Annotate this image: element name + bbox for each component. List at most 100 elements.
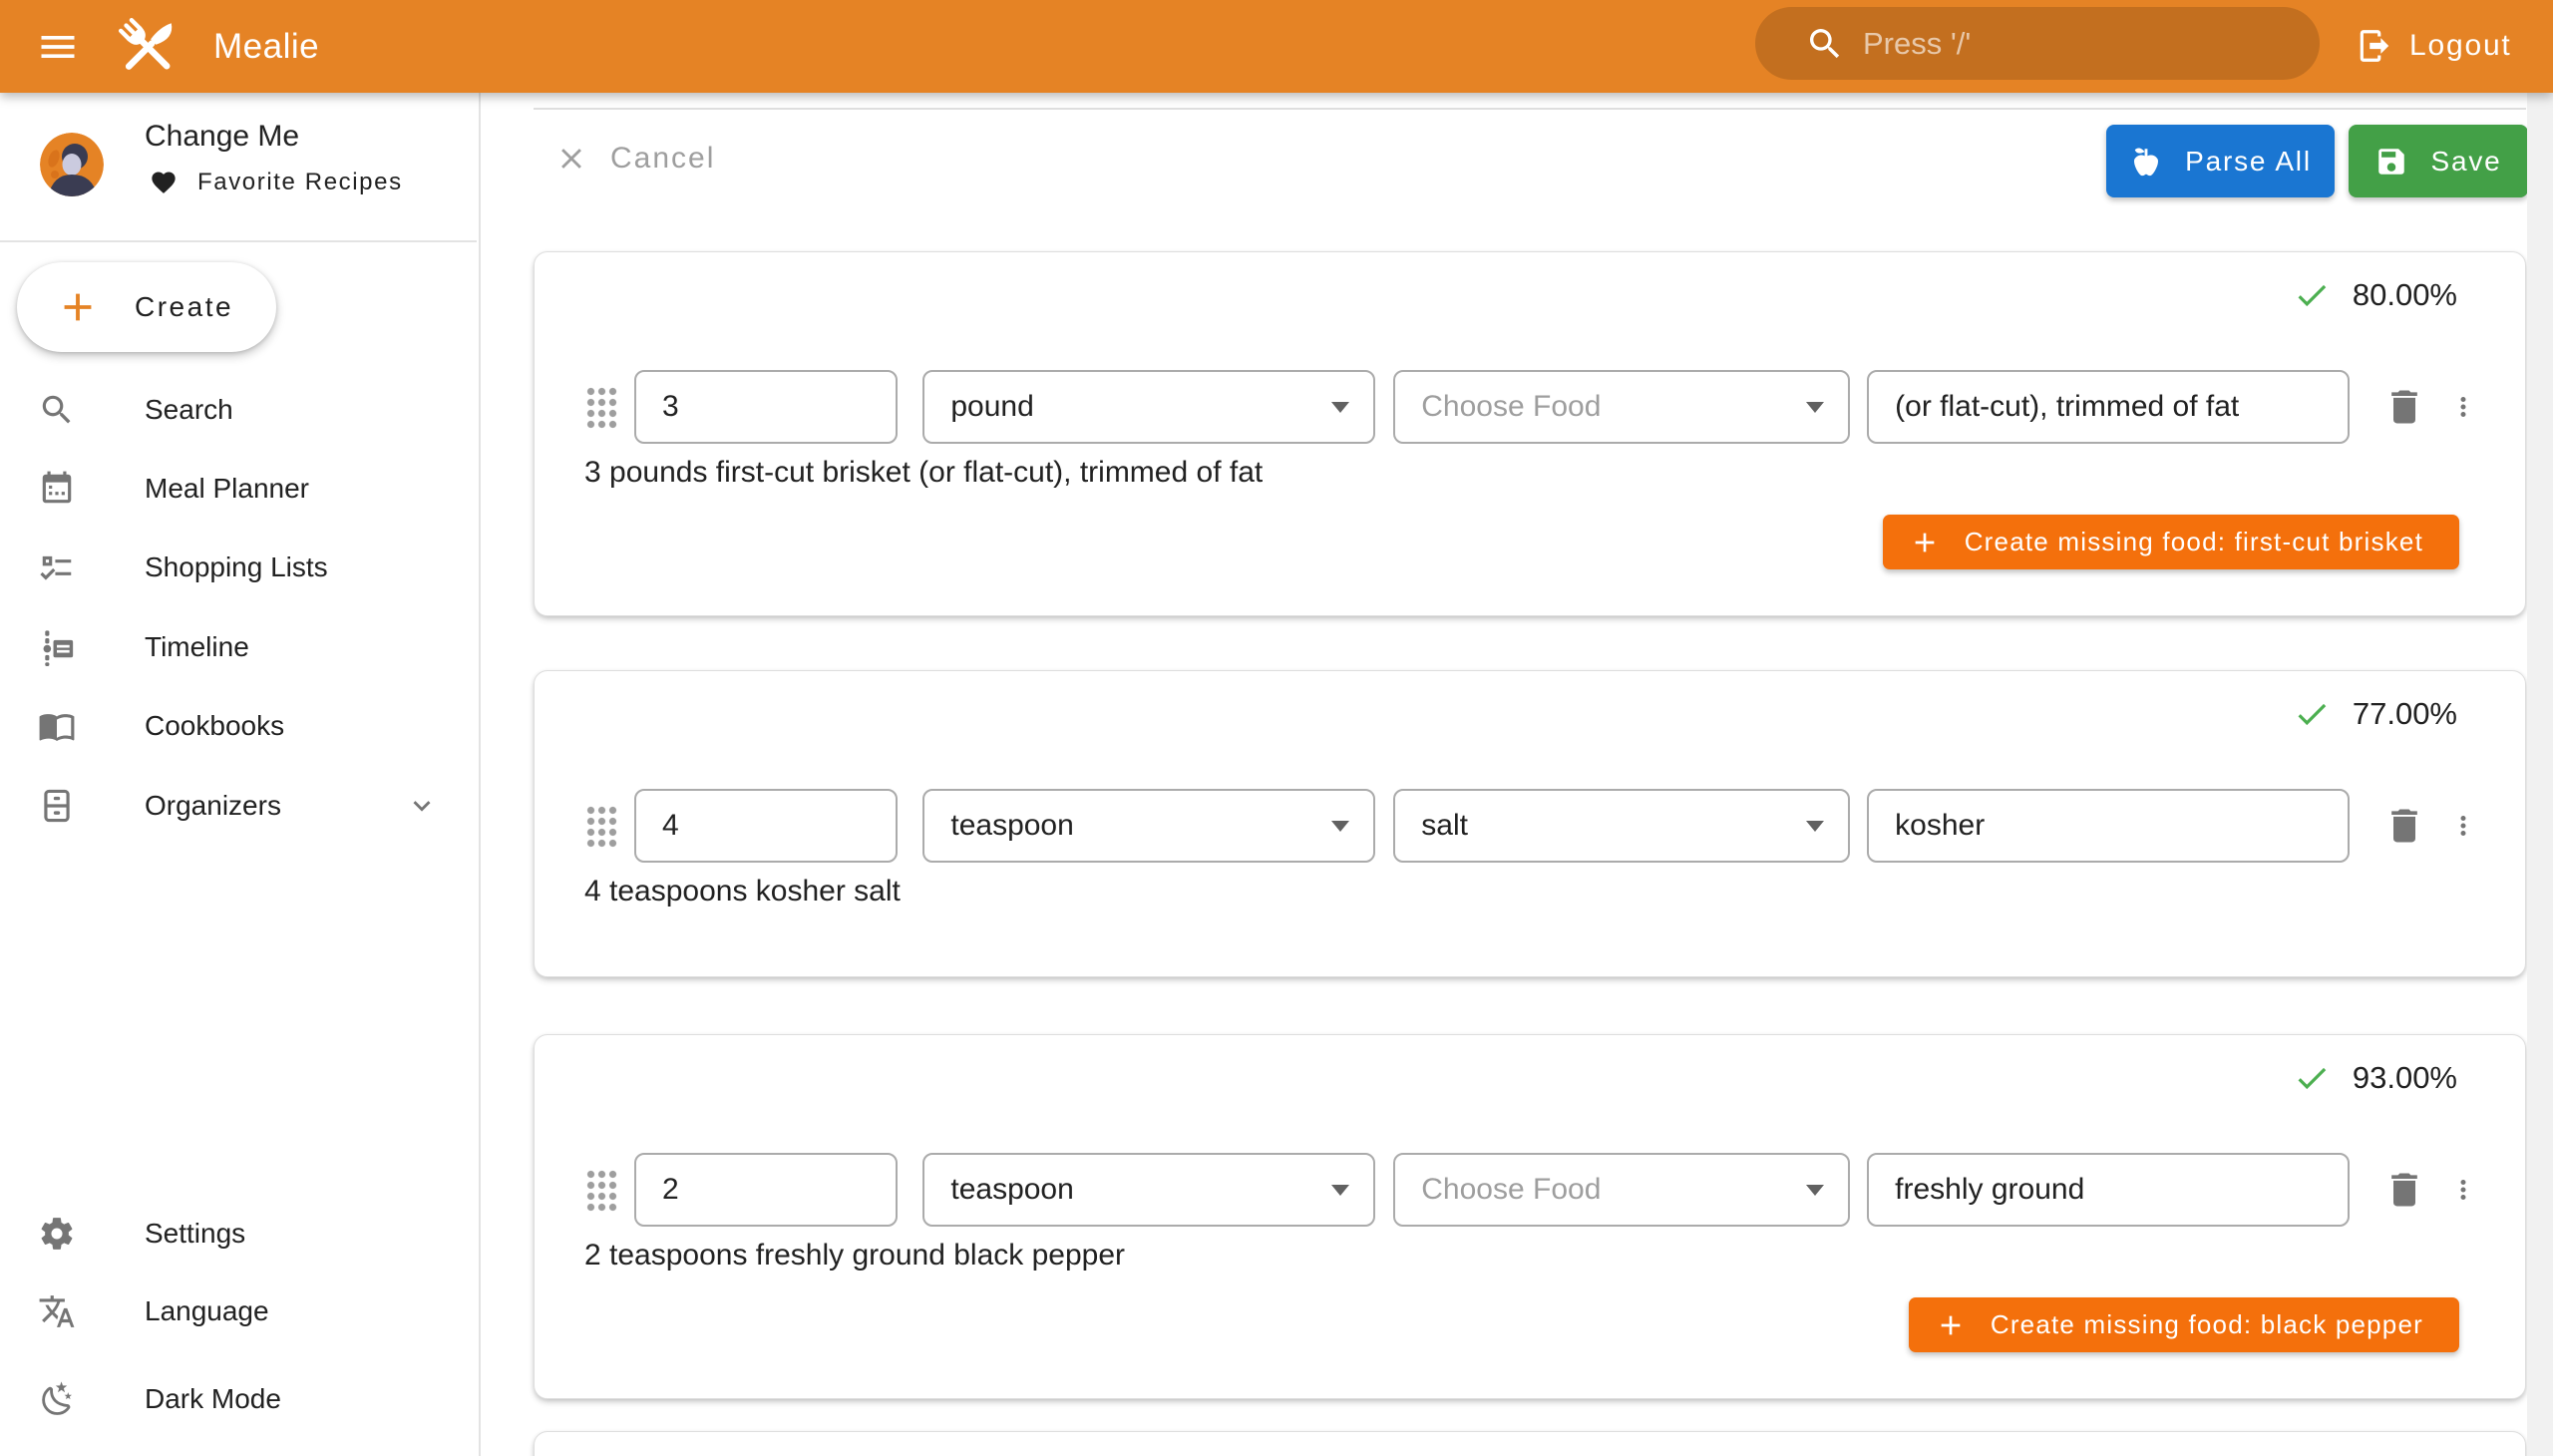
ingredient-row: 3 pound Choose Food (or flat-cut), trimm… (584, 370, 2478, 444)
timeline-icon (38, 628, 76, 666)
moon-icon (38, 1380, 76, 1418)
original-ingredient-text: 4 teaspoons kosher salt (584, 875, 901, 909)
dropdown-caret-icon (1331, 402, 1349, 413)
original-ingredient-text: 2 teaspoons freshly ground black pepper (584, 1239, 1125, 1273)
sidebar-item-search[interactable]: Search (0, 370, 477, 450)
save-icon (2374, 145, 2408, 179)
delete-icon[interactable] (2382, 804, 2426, 848)
avatar[interactable] (40, 133, 104, 196)
heart-icon (150, 169, 178, 196)
dropdown-caret-icon (1806, 402, 1824, 413)
drag-handle-icon[interactable] (584, 385, 617, 429)
search-icon (38, 391, 76, 429)
sidebar-item-label: Language (145, 1295, 269, 1327)
note-input[interactable]: freshly ground (1867, 1153, 2350, 1227)
confidence-indicator: 77.00% (2293, 695, 2457, 733)
sidebar-item-label: Meal Planner (145, 473, 309, 505)
app-bar: Mealie Press '/' Logout (0, 0, 2553, 93)
gear-icon (38, 1215, 76, 1253)
confidence-value: 93.00% (2353, 1060, 2457, 1096)
menu-icon[interactable] (34, 23, 82, 71)
plus-icon (55, 284, 101, 330)
drag-handle-icon[interactable] (584, 1168, 617, 1212)
apple-icon (2129, 145, 2163, 179)
food-select[interactable]: Choose Food (1393, 370, 1850, 444)
sidebar-item-label: Dark Mode (145, 1383, 281, 1415)
ingredient-card-partial (534, 1431, 2526, 1456)
sidebar-item-settings[interactable]: Settings (0, 1194, 477, 1274)
sidebar: Change Me Favorite Recipes Create Search… (0, 93, 481, 1456)
drag-handle-icon[interactable] (584, 804, 617, 848)
scrollbar-track[interactable] (2527, 93, 2553, 1456)
logout-button[interactable]: Logout (2346, 12, 2522, 80)
food-select[interactable]: salt (1393, 789, 1850, 863)
sidebar-item-language[interactable]: Language (0, 1272, 477, 1351)
search-input[interactable]: Press '/' (1755, 7, 2320, 80)
sidebar-item-organizers[interactable]: Organizers (0, 766, 477, 846)
more-options-icon[interactable] (2448, 1168, 2478, 1212)
note-input[interactable]: kosher (1867, 789, 2350, 863)
sidebar-item-dark-mode[interactable]: Dark Mode (0, 1359, 477, 1439)
unit-select[interactable]: teaspoon (922, 789, 1375, 863)
sidebar-item-timeline[interactable]: Timeline (0, 607, 477, 687)
sidebar-item-label: Search (145, 394, 233, 426)
original-ingredient-text: 3 pounds first-cut brisket (or flat-cut)… (584, 456, 1263, 490)
mealie-logo-icon[interactable] (110, 9, 185, 85)
parse-all-button[interactable]: Parse All (2106, 125, 2335, 197)
translate-icon (38, 1292, 76, 1330)
logout-icon (2356, 27, 2393, 65)
save-button[interactable]: Save (2349, 125, 2528, 197)
sidebar-item-label: Shopping Lists (145, 551, 328, 583)
logout-label: Logout (2409, 29, 2512, 63)
save-label: Save (2430, 146, 2501, 178)
sidebar-item-label: Timeline (145, 631, 249, 663)
cancel-label: Cancel (610, 142, 715, 176)
sidebar-item-shopping-lists[interactable]: Shopping Lists (0, 528, 477, 607)
check-icon (2293, 695, 2331, 733)
content-divider (534, 108, 2526, 110)
main-content: Cancel Parse All Save 80.00% 3 pound Cho… (481, 93, 2553, 1456)
create-button[interactable]: Create (17, 262, 276, 352)
chevron-down-icon (405, 789, 439, 823)
search-placeholder: Press '/' (1863, 26, 1971, 62)
confidence-value: 77.00% (2353, 696, 2457, 732)
ingredient-card: 77.00% 4 teaspoon salt kosher 4 teaspoon… (534, 670, 2526, 977)
favorite-recipes-label: Favorite Recipes (197, 169, 403, 196)
create-missing-food-button[interactable]: Create missing food: first-cut brisket (1883, 515, 2459, 569)
search-icon (1805, 24, 1845, 64)
delete-icon[interactable] (2382, 1168, 2426, 1212)
mealie-app: Mealie Press '/' Logout (0, 0, 2553, 1456)
sidebar-item-meal-planner[interactable]: Meal Planner (0, 449, 477, 529)
sidebar-item-label: Settings (145, 1218, 245, 1250)
checklist-icon (38, 548, 76, 586)
check-icon (2293, 1059, 2331, 1097)
close-icon (554, 142, 588, 176)
book-open-icon (38, 707, 76, 745)
user-name: Change Me (145, 120, 299, 154)
more-options-icon[interactable] (2448, 385, 2478, 429)
more-options-icon[interactable] (2448, 804, 2478, 848)
dropdown-caret-icon (1806, 1185, 1824, 1196)
parse-all-label: Parse All (2185, 146, 2312, 178)
create-missing-food-button[interactable]: Create missing food: black pepper (1909, 1297, 2459, 1352)
create-missing-food-label: Create missing food: first-cut brisket (1965, 527, 2423, 557)
favorite-recipes-link[interactable]: Favorite Recipes (150, 169, 403, 196)
sidebar-item-cookbooks[interactable]: Cookbooks (0, 686, 477, 766)
delete-icon[interactable] (2382, 385, 2426, 429)
unit-select[interactable]: teaspoon (922, 1153, 1375, 1227)
unit-select[interactable]: pound (922, 370, 1375, 444)
cancel-button[interactable]: Cancel (547, 129, 723, 188)
quantity-input[interactable]: 3 (634, 370, 898, 444)
plus-icon (1935, 1309, 1967, 1341)
create-missing-food-label: Create missing food: black pepper (1991, 1309, 2423, 1340)
ingredient-row: 4 teaspoon salt kosher (584, 789, 2478, 863)
food-select[interactable]: Choose Food (1393, 1153, 1850, 1227)
quantity-input[interactable]: 4 (634, 789, 898, 863)
ingredient-row: 2 teaspoon Choose Food freshly ground (584, 1153, 2478, 1227)
app-title: Mealie (213, 0, 319, 93)
quantity-input[interactable]: 2 (634, 1153, 898, 1227)
cabinet-icon (38, 787, 76, 825)
confidence-indicator: 80.00% (2293, 276, 2457, 314)
note-input[interactable]: (or flat-cut), trimmed of fat (1867, 370, 2350, 444)
sidebar-item-label: Organizers (145, 790, 281, 822)
